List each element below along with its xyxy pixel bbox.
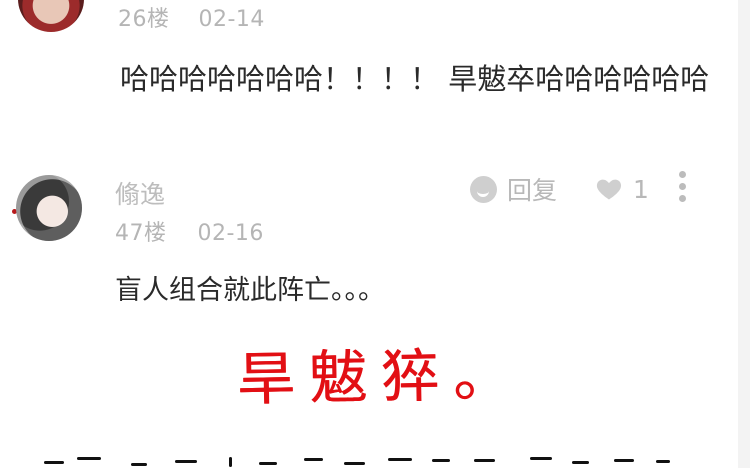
floor-and-date: 26楼 02-14 [118, 1, 265, 33]
comment-text: 盲人组合就此阵亡。。。 [115, 275, 385, 306]
avatar[interactable] [18, 0, 84, 32]
username[interactable]: 翛逸 [115, 175, 165, 211]
heart-icon [596, 179, 622, 200]
reply-button[interactable]: 回复 [470, 174, 558, 205]
reply-bubble-icon [470, 175, 497, 203]
date-label: 02-14 [198, 7, 265, 32]
like-count: 1 [633, 174, 649, 204]
floor-label: 26楼 [118, 7, 170, 32]
scroll-edge [738, 0, 750, 468]
date-label: 02-16 [197, 221, 264, 246]
like-button[interactable]: 1 [595, 174, 649, 204]
reply-label: 回复 [507, 176, 558, 205]
floor-and-date: 47楼 02-16 [115, 215, 264, 247]
avatar[interactable] [16, 175, 82, 241]
vertical-ellipsis-icon[interactable] [677, 171, 687, 205]
comment-text: 哈哈哈哈哈哈哈！！！！ 旱魃卒哈哈哈哈哈哈 [120, 62, 710, 96]
floor-label: 47楼 [115, 221, 167, 246]
handwritten-annotation: 旱魃猝。 [236, 340, 526, 414]
handwriting-strokes [44, 453, 694, 468]
